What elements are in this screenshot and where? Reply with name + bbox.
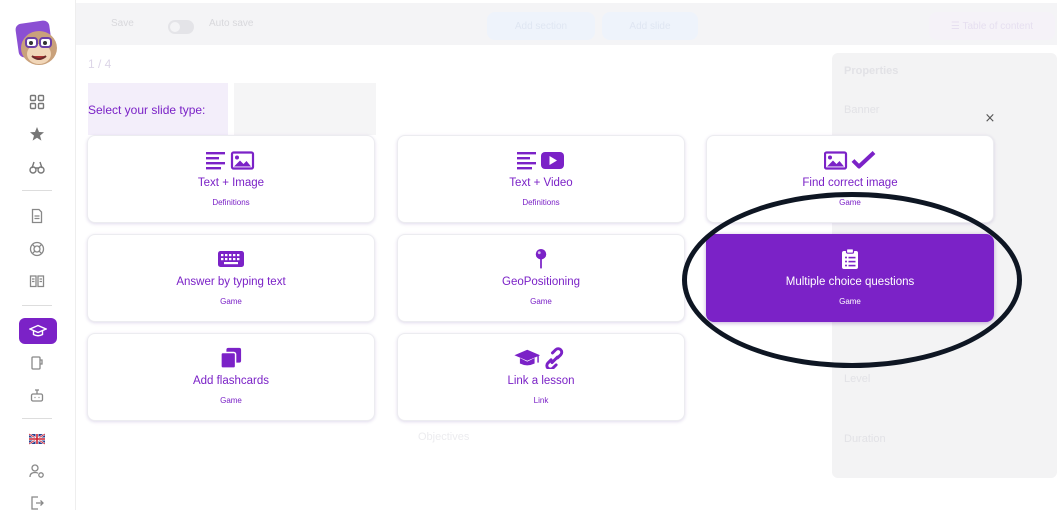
table-of-content-button[interactable]: ☰ Table of content [929, 12, 1055, 40]
properties-title: Properties [844, 65, 899, 77]
star-icon[interactable] [26, 123, 48, 145]
card-category: Game [839, 198, 861, 207]
banner-label: Banner [844, 104, 880, 116]
page-icon[interactable] [26, 352, 48, 374]
text-image-icon [88, 148, 374, 172]
clipboard-list-icon [707, 247, 993, 271]
slide-type-card-find-correct-image[interactable]: Find correct image Game [706, 135, 994, 223]
modal-title: Select your slide type: [88, 103, 206, 117]
card-label: Multiple choice questions [785, 276, 915, 288]
close-icon[interactable]: × [982, 110, 998, 126]
cap-link-icon [398, 346, 684, 370]
card-category: Game [530, 297, 552, 306]
card-category: Definitions [212, 198, 250, 207]
slide-type-card-text-video[interactable]: Text + Video Definitions [397, 135, 685, 223]
duration-label: Duration [844, 433, 886, 445]
slide-type-card-add-flashcards[interactable]: Add flashcards Game [87, 333, 375, 421]
sidebar-divider [22, 418, 52, 419]
slide-type-card-link-lesson[interactable]: Link a lesson Link [397, 333, 685, 421]
card-label: Answer by typing text [176, 276, 286, 288]
slide-thumbnail[interactable] [234, 83, 376, 135]
autosave-label: Auto save [209, 18, 254, 29]
monkey-logo[interactable] [14, 18, 60, 68]
user-settings-icon[interactable] [26, 460, 48, 482]
lifebuoy-icon[interactable] [26, 238, 48, 260]
save-label[interactable]: Save [111, 18, 134, 29]
card-category: Link [533, 396, 549, 405]
card-category: Game [220, 396, 242, 405]
robot-icon[interactable] [26, 384, 48, 406]
card-label: Link a lesson [507, 375, 575, 387]
graduation-cap-icon[interactable] [19, 318, 57, 344]
text-video-icon [398, 148, 684, 172]
autosave-toggle[interactable] [168, 20, 194, 34]
add-slide-button[interactable]: Add slide [602, 12, 698, 40]
card-category: Definitions [522, 198, 560, 207]
slide-type-card-answer-by-typing[interactable]: Answer by typing text Game [87, 234, 375, 322]
binoculars-icon[interactable] [26, 156, 48, 178]
sidebar-divider [22, 305, 52, 306]
logout-icon[interactable] [26, 492, 48, 510]
left-sidebar [0, 0, 76, 510]
image-check-icon [707, 148, 993, 172]
card-category: Game [839, 297, 861, 306]
keyboard-icon [88, 247, 374, 271]
breadcrumb: 1 / 4 [88, 57, 112, 71]
flashcards-icon [88, 346, 374, 370]
slide-type-card-multiple-choice[interactable]: Multiple choice questions Game [706, 234, 994, 322]
add-section-button[interactable]: Add section [487, 12, 595, 40]
slide-type-card-text-image[interactable]: Text + Image Definitions [87, 135, 375, 223]
book-icon[interactable] [26, 270, 48, 292]
grid-icon[interactable] [26, 91, 48, 113]
uk-flag-icon[interactable] [26, 428, 48, 450]
top-toolbar: Save Auto save Add section Add slide ☰ T… [76, 3, 1057, 45]
level-label: Level [844, 373, 871, 385]
card-category: Game [220, 297, 242, 306]
app-window: Save Auto save Add section Add slide ☰ T… [0, 0, 1057, 510]
document-icon[interactable] [26, 205, 48, 227]
card-label: Find correct image [802, 177, 898, 189]
card-label: GeoPositioning [502, 276, 580, 288]
card-label: Text + Image [197, 177, 265, 189]
objectives-label: Objectives [418, 431, 470, 443]
slide-type-card-geopositioning[interactable]: GeoPositioning Game [397, 234, 685, 322]
map-pin-icon [398, 247, 684, 271]
sidebar-divider [22, 190, 52, 191]
card-label: Text + Video [509, 177, 573, 189]
card-label: Add flashcards [192, 375, 270, 387]
